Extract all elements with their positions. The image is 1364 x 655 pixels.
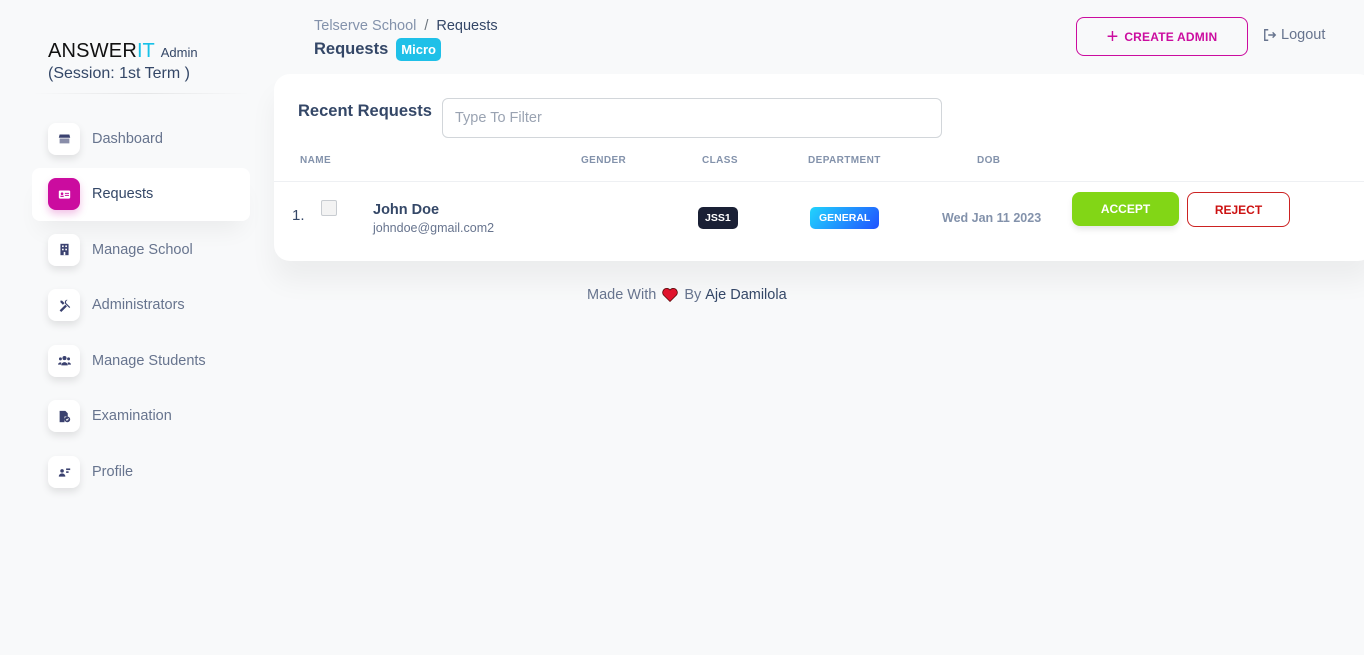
footer-made-with: Made With <box>587 287 657 303</box>
column-header-department: DEPARTMENT <box>808 155 881 166</box>
sidebar-item-profile[interactable]: Profile <box>32 446 250 499</box>
building-icon <box>48 233 80 266</box>
student-name: John Doe <box>373 202 440 218</box>
plan-badge: Micro <box>396 38 441 61</box>
user-card-icon <box>48 456 80 489</box>
footer: Made With By Aje Damilola <box>587 287 787 303</box>
create-admin-label: CREATE ADMIN <box>1124 29 1218 44</box>
avatar <box>321 200 337 216</box>
sidebar-item-label: Administrators <box>92 297 185 314</box>
sidebar-item-manage-students[interactable]: Manage Students <box>32 334 250 387</box>
column-header-dob: DOB <box>977 155 1001 166</box>
column-header-gender: GENDER <box>581 155 627 166</box>
column-header-class: CLASS <box>702 155 738 166</box>
id-card-icon <box>48 178 80 211</box>
users-icon <box>48 344 80 377</box>
requests-card: Recent Requests NAME GENDER CLASS DEPART… <box>274 74 1364 261</box>
breadcrumb: Telserve School / Requests <box>314 18 498 34</box>
sidebar-nav: Dashboard Requests Manage School Adminis… <box>32 112 250 501</box>
department-badge: GENERAL <box>810 207 880 229</box>
sidebar-item-manage-school[interactable]: Manage School <box>32 223 250 276</box>
reject-button[interactable]: REJECT <box>1187 192 1290 227</box>
sidebar-item-requests[interactable]: Requests <box>32 167 250 221</box>
brand-name: ANSWER <box>48 40 137 62</box>
page-title: Requests <box>314 40 389 58</box>
breadcrumb-current: Requests <box>436 18 498 34</box>
sidebar-item-label: Profile <box>92 464 134 481</box>
sidebar-divider <box>32 93 250 94</box>
sidebar-item-label: Requests <box>92 186 154 203</box>
brand-name-accent: IT <box>136 40 155 62</box>
page-title-group: Requests Micro <box>314 38 441 61</box>
breadcrumb-separator: / <box>424 18 429 34</box>
row-index: 1. <box>292 207 305 224</box>
sidebar-item-dashboard[interactable]: Dashboard <box>32 112 250 165</box>
footer-author-link[interactable]: Aje Damilola <box>705 287 786 303</box>
class-badge: JSS1 <box>698 207 738 229</box>
header-divider <box>274 181 1364 182</box>
card-title: Recent Requests <box>298 102 432 120</box>
dob-value: Wed Jan 11 2023 <box>942 211 1042 225</box>
tools-icon <box>48 289 80 322</box>
shop-icon <box>48 122 80 155</box>
breadcrumb-parent[interactable]: Telserve School <box>314 18 416 34</box>
footer-by: By <box>684 287 702 303</box>
file-check-icon <box>48 400 80 433</box>
sidebar-item-examination[interactable]: Examination <box>32 390 250 443</box>
logout-label: Logout <box>1281 27 1326 43</box>
sidebar-item-administrators[interactable]: Administrators <box>32 279 250 332</box>
session-label: (Session: 1st Term ) <box>48 65 190 82</box>
sidebar-item-label: Manage School <box>92 241 193 258</box>
plus-icon: + <box>1106 25 1119 48</box>
column-header-name: NAME <box>300 155 332 166</box>
brand[interactable]: ANSWER IT Admin (Session: 1st Term ) <box>48 40 198 83</box>
logout-icon <box>1264 29 1277 41</box>
filter-input[interactable] <box>442 98 942 138</box>
brand-role: Admin <box>160 45 198 60</box>
sidebar-item-label: Examination <box>92 408 172 425</box>
create-admin-button[interactable]: + CREATE ADMIN <box>1076 17 1248 56</box>
heart-icon <box>662 288 679 302</box>
student-email: johndoe@gmail.com2 <box>373 221 495 235</box>
logout-button[interactable]: Logout <box>1263 27 1325 43</box>
accept-button[interactable]: ACCEPT <box>1072 192 1179 226</box>
sidebar-item-label: Dashboard <box>92 130 163 147</box>
sidebar-item-label: Manage Students <box>92 352 206 369</box>
